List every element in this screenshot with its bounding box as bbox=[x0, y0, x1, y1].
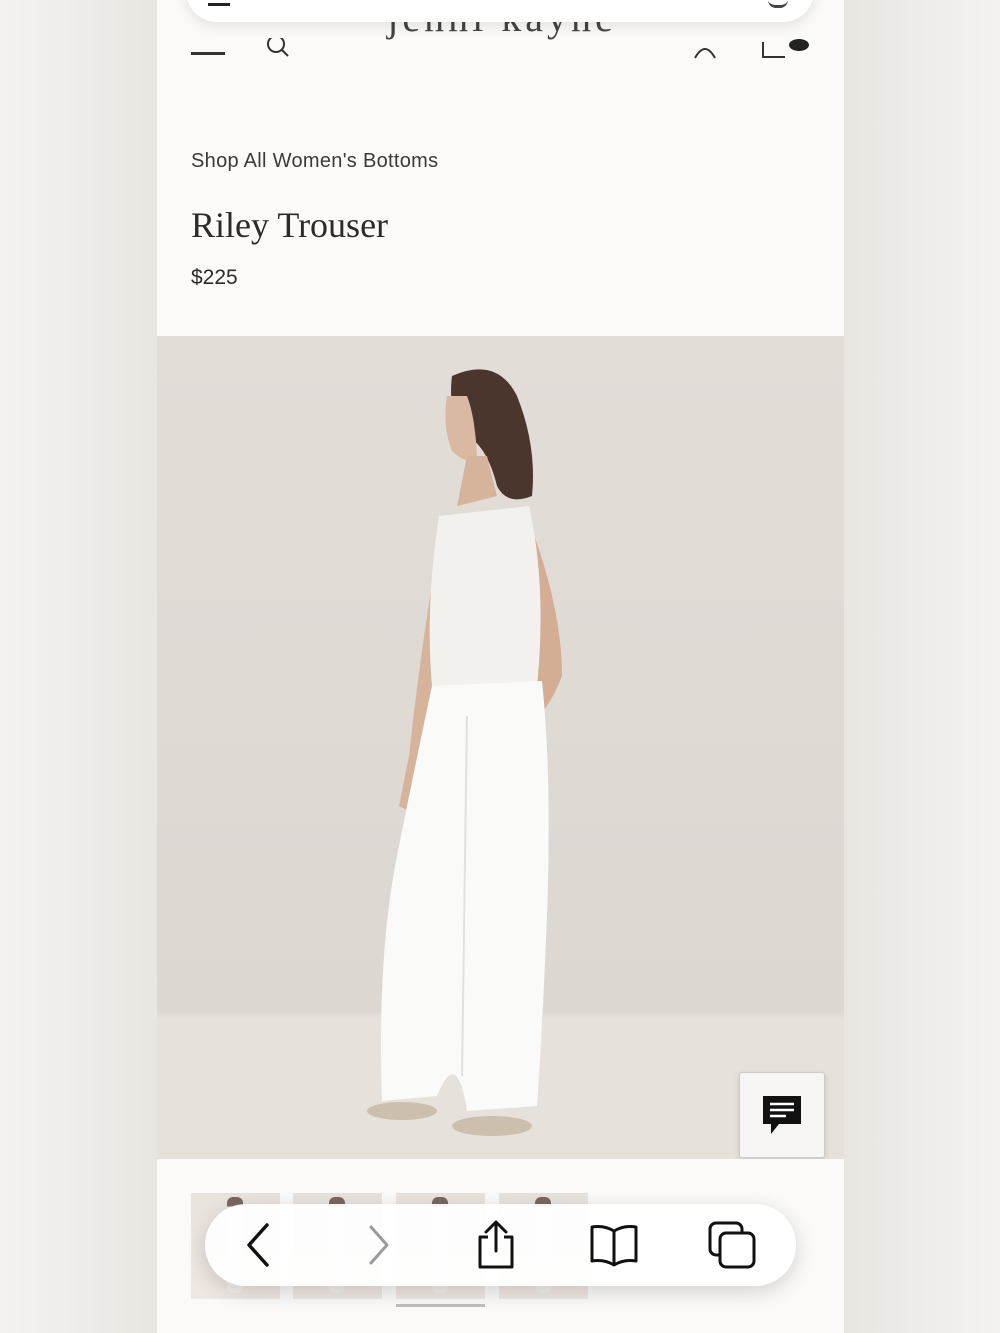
back-button[interactable] bbox=[231, 1218, 285, 1272]
breadcrumb[interactable]: Shop All Women's Bottoms bbox=[191, 150, 438, 173]
product-price: $225 bbox=[191, 266, 238, 289]
forward-button[interactable] bbox=[353, 1218, 407, 1272]
reload-icon[interactable] bbox=[768, 0, 788, 8]
tabs-icon bbox=[708, 1221, 756, 1269]
chat-button[interactable] bbox=[739, 1072, 825, 1158]
active-thumbnail-indicator bbox=[396, 1304, 485, 1307]
product-title: Riley Trouser bbox=[191, 205, 389, 245]
browser-toolbar bbox=[205, 1204, 796, 1286]
cart-icon[interactable] bbox=[761, 38, 809, 60]
background-blur-right bbox=[844, 0, 1000, 1333]
bookmarks-button[interactable] bbox=[587, 1218, 641, 1272]
page-menu-icon[interactable] bbox=[208, 3, 230, 6]
product-image[interactable] bbox=[157, 336, 844, 1159]
forward-icon bbox=[369, 1225, 389, 1265]
share-icon bbox=[478, 1220, 514, 1269]
account-icon[interactable] bbox=[691, 38, 719, 60]
address-bar[interactable] bbox=[186, 0, 814, 22]
share-button[interactable] bbox=[469, 1218, 523, 1272]
tabs-button[interactable] bbox=[705, 1218, 759, 1272]
menu-icon[interactable] bbox=[191, 52, 225, 55]
site-logo[interactable]: jenni kayne bbox=[377, 18, 627, 58]
background-blur-left bbox=[0, 0, 157, 1333]
model-figure bbox=[367, 369, 562, 1136]
product-page: jenni kayne Shop All Women's Bottoms Ril… bbox=[157, 0, 844, 1333]
chat-icon bbox=[763, 1096, 801, 1134]
back-icon bbox=[247, 1223, 269, 1267]
search-icon[interactable] bbox=[267, 38, 289, 60]
bookmarks-icon bbox=[590, 1225, 638, 1267]
